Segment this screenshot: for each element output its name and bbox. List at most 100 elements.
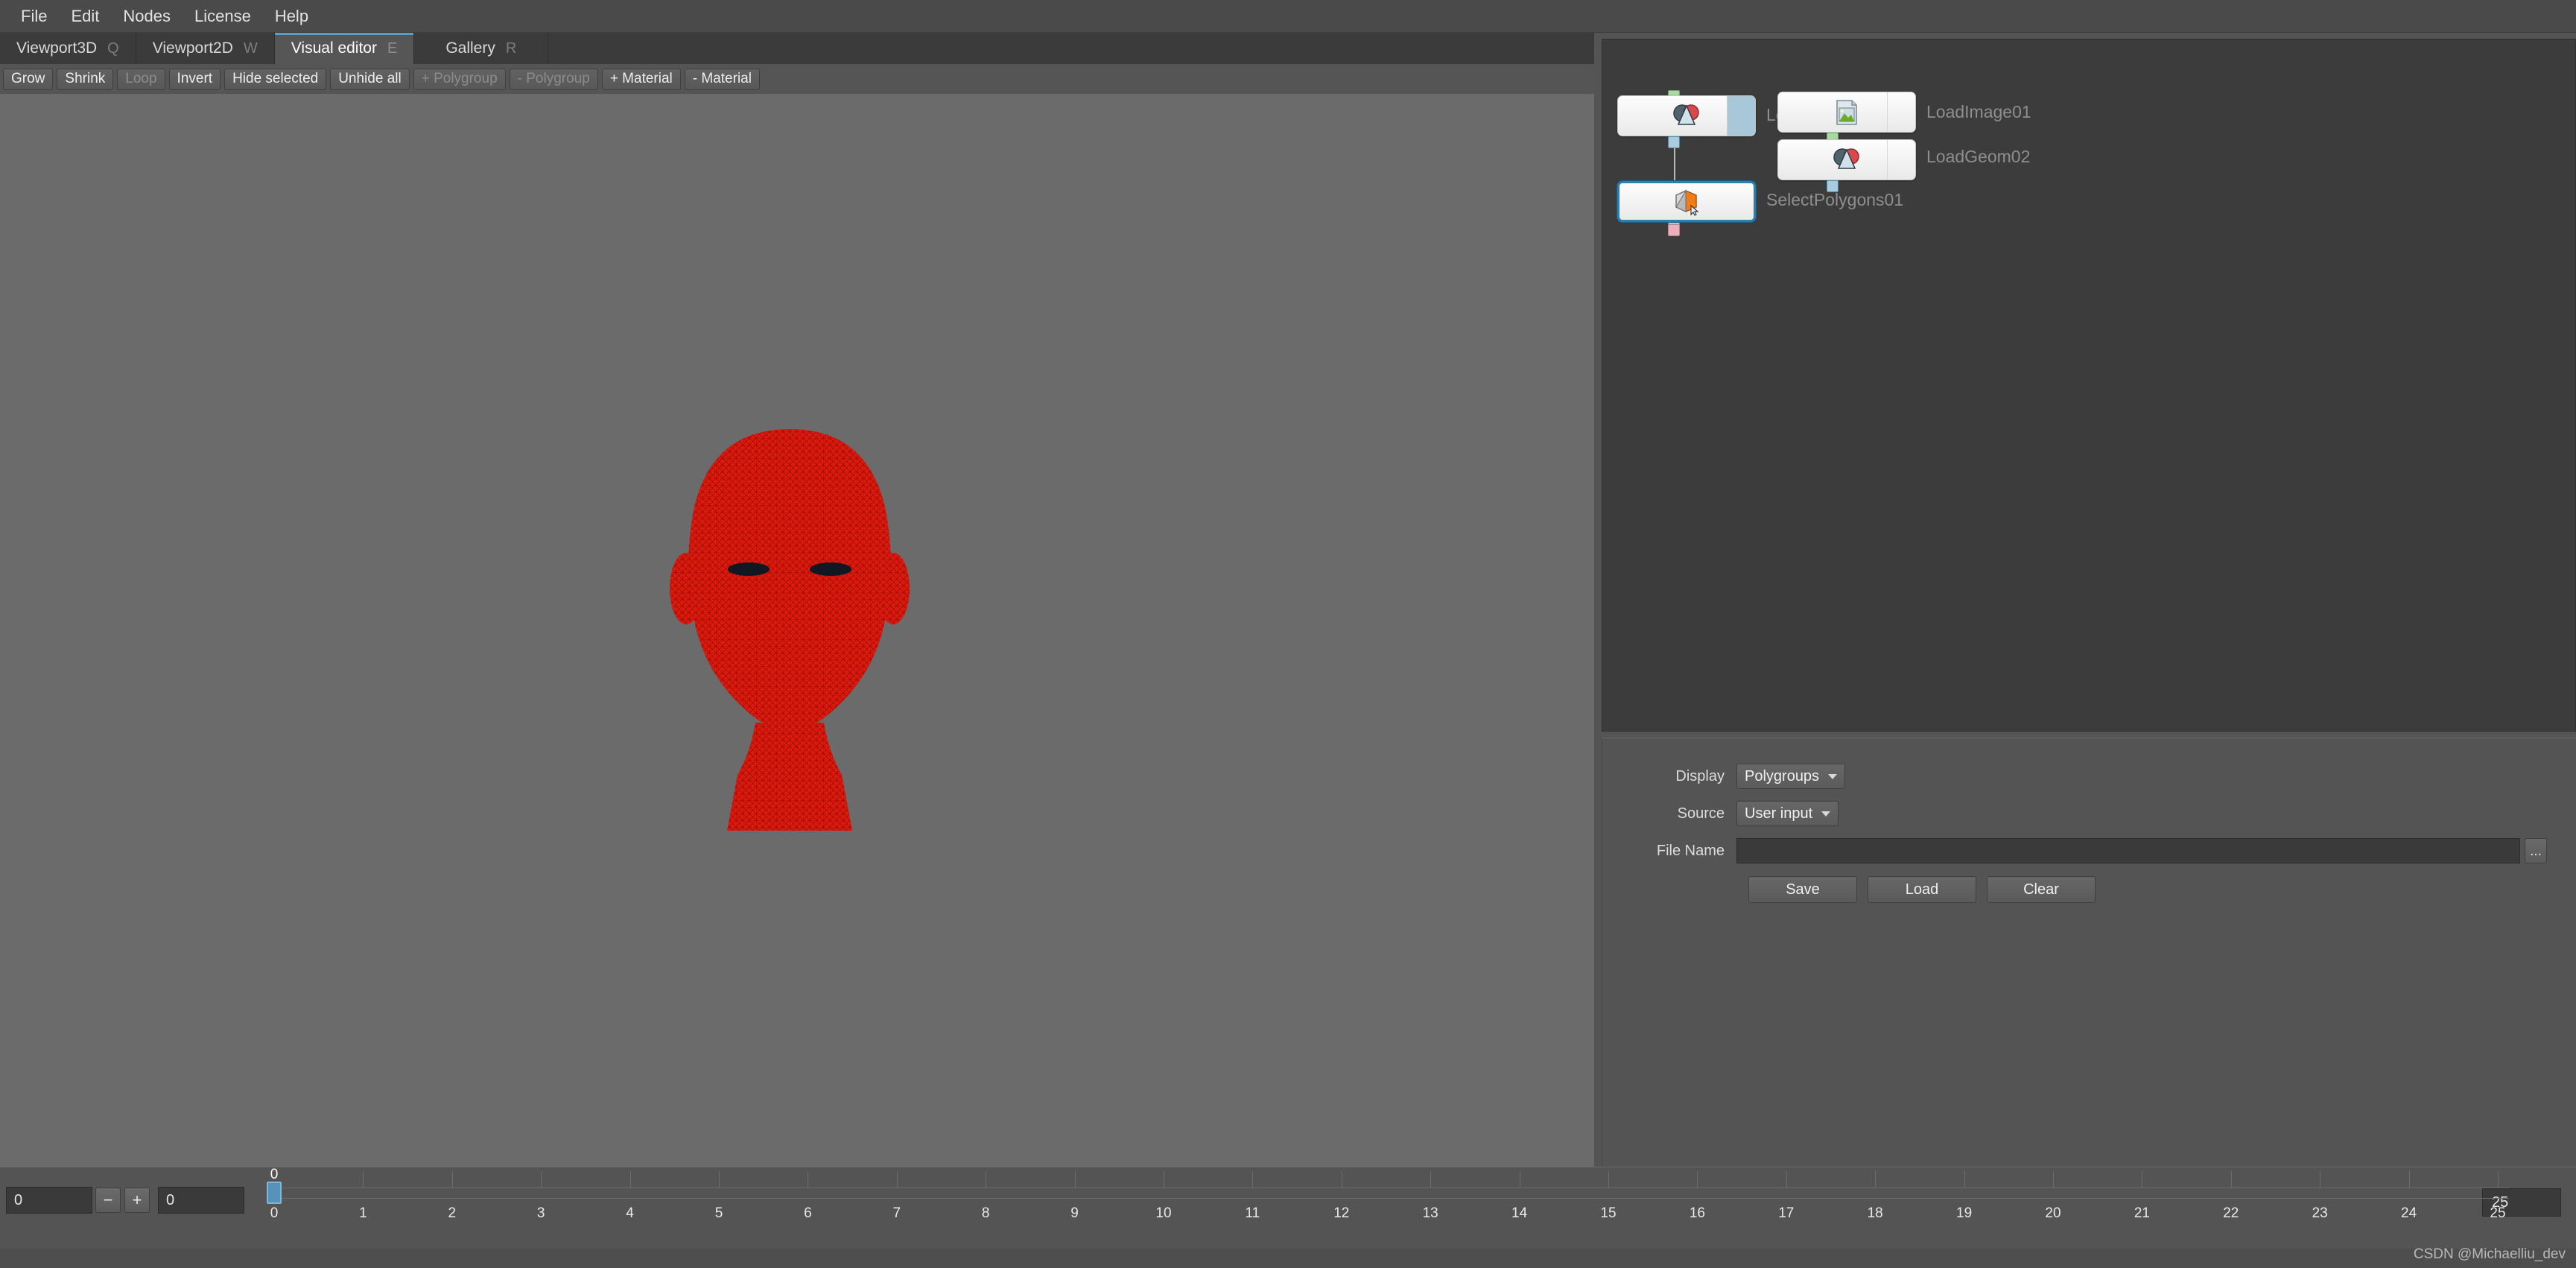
ruler-tick [1430, 1171, 1432, 1188]
ruler-tick-label: 9 [1070, 1205, 1079, 1221]
ruler-tick [1964, 1171, 1965, 1188]
viewport-3d[interactable] [0, 94, 1594, 1167]
source-dropdown[interactable]: User input [1736, 801, 1839, 826]
ruler-tick-label: 12 [1333, 1205, 1350, 1221]
menu-item-license[interactable]: License [183, 5, 263, 28]
node-label-loadimage01: LoadImage01 [1926, 102, 2031, 121]
right-eye [810, 562, 851, 576]
ruler-tick [1875, 1171, 1877, 1188]
ruler-tick-label: 8 [981, 1205, 990, 1221]
tab-shortcut: Q [107, 39, 119, 57]
invert-button[interactable]: Invert [168, 68, 221, 90]
ruler-tick-label: 11 [1245, 1205, 1260, 1221]
selectpolygons01-output-port[interactable] [1668, 224, 1680, 236]
neck-mesh [727, 723, 852, 831]
ruler-tick-label: 6 [804, 1205, 812, 1221]
display-label: Display [1675, 767, 1725, 784]
node-selectpolygons01[interactable] [1617, 181, 1756, 222]
frame-increment-button[interactable]: + [124, 1188, 150, 1213]
node-label-loadgeom02: LoadGeom02 [1926, 147, 2031, 166]
add-material-button[interactable]: + Material [601, 68, 681, 90]
ruler-tick-label: 23 [2312, 1205, 2328, 1221]
secondary-frame-input[interactable]: 0 [158, 1187, 244, 1214]
loadgeom02-accent [1887, 140, 1915, 180]
ruler-tick [1608, 1171, 1609, 1188]
loadgeom01-accent [1727, 96, 1755, 136]
display-dropdown-value: Polygroups [1745, 767, 1820, 784]
skull-mesh [688, 429, 891, 732]
loop-button[interactable]: Loop [117, 68, 165, 90]
source-label: Source [1677, 805, 1725, 822]
remove-material-button[interactable]: - Material [684, 68, 760, 90]
ruler-tick [896, 1171, 898, 1188]
load-button[interactable]: Load [1868, 876, 1976, 903]
node-graph-editor[interactable]: LoadGeom01 LoadImage01 LoadGeom02 [1602, 39, 2576, 732]
ruler-tick-label: 16 [1689, 1205, 1705, 1221]
display-dropdown[interactable]: Polygroups [1736, 764, 1846, 789]
hide-selected-button[interactable]: Hide selected [224, 68, 327, 90]
head-wireframe-model[interactable] [656, 425, 924, 831]
tab-label: Viewport3D [16, 39, 98, 57]
timeline-playhead[interactable] [267, 1182, 282, 1204]
file-name-label: File Name [1656, 842, 1725, 859]
watermark-label: CSDN @Michaelliu_dev [2413, 1246, 2566, 1262]
ruler-tick [541, 1171, 542, 1188]
ruler-tick-label: 17 [1778, 1205, 1795, 1221]
save-button[interactable]: Save [1748, 876, 1857, 903]
current-frame-input[interactable]: 0 [6, 1187, 92, 1214]
ruler-tick-label: 7 [892, 1205, 901, 1221]
image-icon [1832, 98, 1862, 127]
node-loadgeom02[interactable] [1777, 139, 1916, 180]
panel-splitter-vertical[interactable] [1594, 33, 1602, 1167]
menu-item-file[interactable]: File [9, 5, 59, 28]
loadgeom01-output-port[interactable] [1668, 136, 1680, 148]
remove-polygroup-button[interactable]: - Polygroup [509, 68, 598, 90]
frame-decrement-button[interactable]: − [95, 1188, 121, 1213]
file-name-input[interactable] [1736, 838, 2520, 863]
ruler-tick-label: 13 [1422, 1205, 1438, 1221]
menu-item-help[interactable]: Help [263, 5, 320, 28]
tab-gallery[interactable]: Gallery R [414, 33, 549, 64]
unhide-all-button[interactable]: Unhide all [330, 68, 410, 90]
file-name-row: File Name ... [1602, 838, 2547, 863]
grow-button[interactable]: Grow [3, 68, 54, 90]
properties-action-row: Save Load Clear [1748, 876, 2096, 903]
tab-shortcut: R [505, 39, 517, 57]
shrink-button[interactable]: Shrink [57, 68, 114, 90]
tab-viewport2d[interactable]: Viewport2D W [136, 33, 275, 64]
ruler-tick-label: 0 [270, 1205, 279, 1221]
ruler-tick-label: 15 [1600, 1205, 1617, 1221]
ruler-tick [1697, 1171, 1698, 1188]
ruler-tick-label: 21 [2134, 1205, 2150, 1221]
tab-label: Viewport2D [152, 39, 233, 57]
ruler-tick-label: 19 [1956, 1205, 1973, 1221]
head-mesh-svg [670, 429, 910, 831]
add-polygroup-button[interactable]: + Polygroup [413, 68, 506, 90]
tab-shortcut: W [243, 39, 258, 57]
menu-item-edit[interactable]: Edit [59, 5, 111, 28]
browse-file-button[interactable]: ... [2525, 838, 2547, 863]
left-eye [728, 562, 770, 576]
tab-bar: Viewport3D Q Viewport2D W Visual editor … [0, 33, 1594, 64]
ruler-tick-label: 20 [2045, 1205, 2061, 1221]
node-loadgeom01[interactable] [1617, 95, 1756, 136]
tab-shortcut: E [387, 39, 398, 57]
ruler-tick [2498, 1171, 2499, 1188]
ruler-tick-label: 10 [1155, 1205, 1172, 1221]
geometry-icon [1672, 101, 1701, 131]
ruler-tick [1252, 1171, 1254, 1188]
ruler-tick [451, 1171, 453, 1188]
ruler-tick-label: 25 [2490, 1205, 2506, 1221]
loadimage01-accent [1887, 92, 1915, 132]
clear-button[interactable]: Clear [1987, 876, 2096, 903]
tab-visual-editor[interactable]: Visual editor E [274, 33, 415, 64]
tab-viewport3d[interactable]: Viewport3D Q [0, 33, 136, 64]
node-loadimage01[interactable] [1777, 92, 1916, 133]
ruler-tick-label: 3 [536, 1205, 545, 1221]
menu-item-nodes[interactable]: Nodes [111, 5, 183, 28]
ruler-tick [363, 1171, 364, 1188]
timeline-ruler[interactable]: 0 1 2 3 4 5 6 7 8 9 10 11 12 13 14 15 16 17 18 19 20 21 22 23 24… [267, 1167, 2509, 1249]
selection-toolbar: Grow Shrink Loop Invert Hide selected Un… [0, 64, 1594, 94]
ruler-line-bottom [274, 1198, 2509, 1199]
ruler-tick [1786, 1171, 1787, 1188]
